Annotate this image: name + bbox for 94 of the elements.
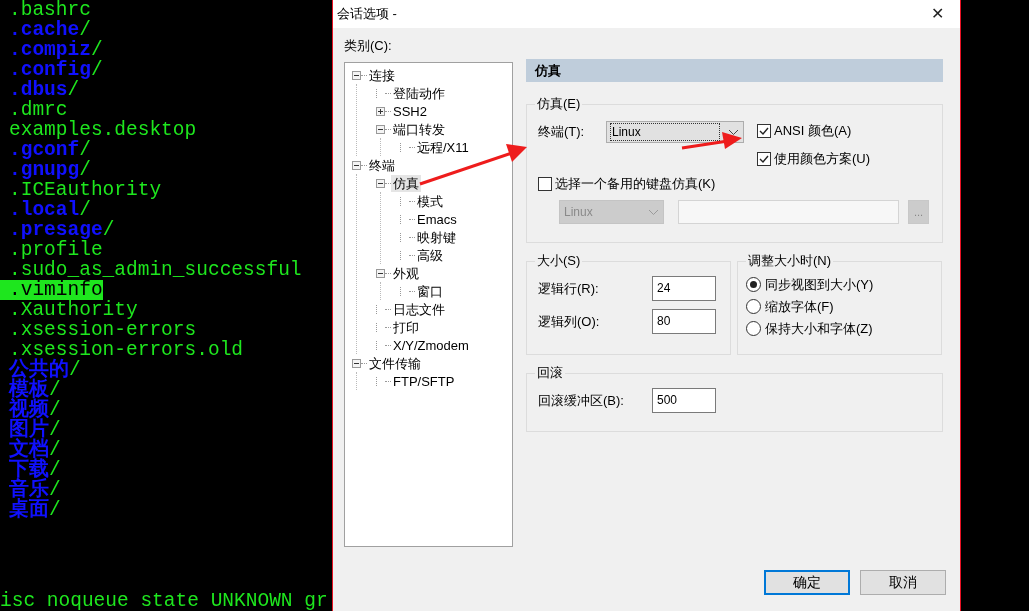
group-label: 大小(S) (535, 252, 583, 270)
radio-button[interactable] (746, 277, 761, 292)
slash-suffix: / (67, 80, 80, 100)
slash-suffix: / (49, 500, 61, 520)
tree-item[interactable]: 端口转发 (391, 120, 447, 138)
directory-name: 桌面 (9, 500, 49, 520)
collapse-icon[interactable] (352, 70, 361, 80)
checkbox[interactable] (538, 177, 552, 191)
group-label: 仿真(E) (535, 95, 583, 113)
directory-name: .config (9, 60, 91, 80)
collapse-icon[interactable] (352, 160, 361, 170)
collapse-icon[interactable] (376, 268, 385, 278)
tree-item[interactable]: 打印 (391, 318, 421, 336)
directory-name: .cache (9, 20, 80, 40)
slash-suffix: / (49, 400, 61, 420)
directory-name: .compiz (9, 40, 91, 60)
slash-suffix: / (49, 380, 61, 400)
file-name: examples.desktop (9, 120, 197, 140)
file-name: .xsession-errors (9, 320, 197, 340)
slash-suffix: / (79, 140, 91, 160)
radio-button[interactable] (746, 321, 761, 336)
input-field[interactable] (678, 200, 899, 224)
slash-suffix: / (49, 460, 61, 480)
annotation-arrow (681, 132, 742, 150)
file-name: .bashrc (9, 0, 91, 20)
cancel-button[interactable]: 取消 (860, 570, 946, 595)
tree-item[interactable]: 文件传输 (367, 354, 423, 372)
tree-item[interactable]: FTP/SFTP (391, 372, 457, 390)
directory-name: .dbus (9, 80, 68, 100)
collapse-icon[interactable] (352, 358, 361, 368)
file-name: .ICEauthority (9, 180, 162, 200)
input-field[interactable]: 80 (652, 309, 716, 334)
directory-name: .gconf (9, 140, 80, 160)
slash-suffix: / (90, 40, 103, 60)
file-name: .viminfo (9, 280, 103, 300)
tree-item[interactable]: 登陆动作 (391, 84, 447, 102)
field-label: 逻辑行(R): (538, 279, 600, 298)
radio-label: 同步视图到大小(Y) (765, 276, 874, 293)
tree-item[interactable]: 日志文件 (391, 300, 447, 318)
chevron-down-icon (648, 208, 659, 216)
field-label: 逻辑列(O): (538, 312, 601, 331)
file-name: .dmrc (9, 100, 68, 120)
slash-suffix: / (102, 220, 115, 240)
tree-item[interactable]: 外观 (391, 264, 421, 282)
tree-item[interactable]: SSH2 (391, 102, 429, 120)
tree-item[interactable]: 模式 (415, 192, 445, 210)
slash-suffix: / (79, 20, 91, 40)
slash-suffix: / (79, 160, 91, 180)
field-label: 回滚缓冲区(B): (538, 391, 625, 410)
directory-name: .local (9, 200, 80, 220)
tree-item[interactable]: 终端 (367, 156, 397, 174)
tree-item[interactable]: Emacs (415, 210, 459, 228)
directory-name: .gnupg (9, 160, 80, 180)
terminal-line: isc noqueue state UNKNOWN gr (0, 591, 329, 611)
checkbox[interactable] (757, 124, 771, 138)
tree-item[interactable]: 连接 (367, 66, 397, 84)
category-label: 类别(C): (344, 38, 393, 54)
directory-name: 视频 (9, 400, 49, 420)
collapse-icon[interactable] (376, 124, 385, 134)
file-name: .Xauthority (9, 300, 138, 320)
group-label: 调整大小时(N) (746, 252, 834, 270)
field-label: 终端(T): (538, 123, 586, 141)
group-label: 回滚 (535, 364, 565, 382)
tree-item[interactable]: 映射键 (415, 228, 458, 246)
file-name: .sudo_as_admin_successful (9, 260, 302, 280)
slash-suffix: / (49, 440, 61, 460)
slash-suffix: / (90, 60, 103, 80)
directory-name: .presage (9, 220, 103, 240)
checkbox-label: ANSI 颜色(A) (774, 123, 852, 139)
close-button[interactable]: ✕ (925, 2, 950, 26)
collapse-icon[interactable] (376, 178, 385, 188)
tree-item[interactable]: X/Y/Zmodem (391, 336, 471, 354)
radio-label: 保持大小和字体(Z) (765, 320, 873, 337)
checkbox-label: 选择一个备用的键盘仿真(K) (555, 176, 716, 192)
tree-item[interactable]: 高级 (415, 246, 445, 264)
radio-label: 缩放字体(F) (765, 298, 834, 315)
slash-suffix: / (79, 200, 91, 220)
input-field[interactable]: 24 (652, 276, 716, 301)
checkbox[interactable] (757, 152, 771, 166)
file-name: .profile (9, 240, 103, 260)
window-title: 会话选项 - (337, 5, 397, 24)
radio-button[interactable] (746, 299, 761, 314)
input-field[interactable]: 500 (652, 388, 716, 413)
expand-icon[interactable] (376, 106, 385, 116)
section-header: 仿真 (526, 59, 943, 82)
ok-button[interactable]: 确定 (764, 570, 850, 595)
slash-suffix: / (49, 420, 61, 440)
tree-item[interactable]: 窗口 (415, 282, 445, 300)
tree-item[interactable]: 仿真 (391, 174, 421, 192)
tree-item[interactable]: 远程/X11 (415, 138, 471, 156)
slash-suffix: / (69, 360, 81, 380)
slash-suffix: / (49, 480, 61, 500)
terminal-select[interactable]: Linux (606, 121, 744, 143)
checkbox-label: 使用颜色方案(U) (774, 151, 871, 167)
